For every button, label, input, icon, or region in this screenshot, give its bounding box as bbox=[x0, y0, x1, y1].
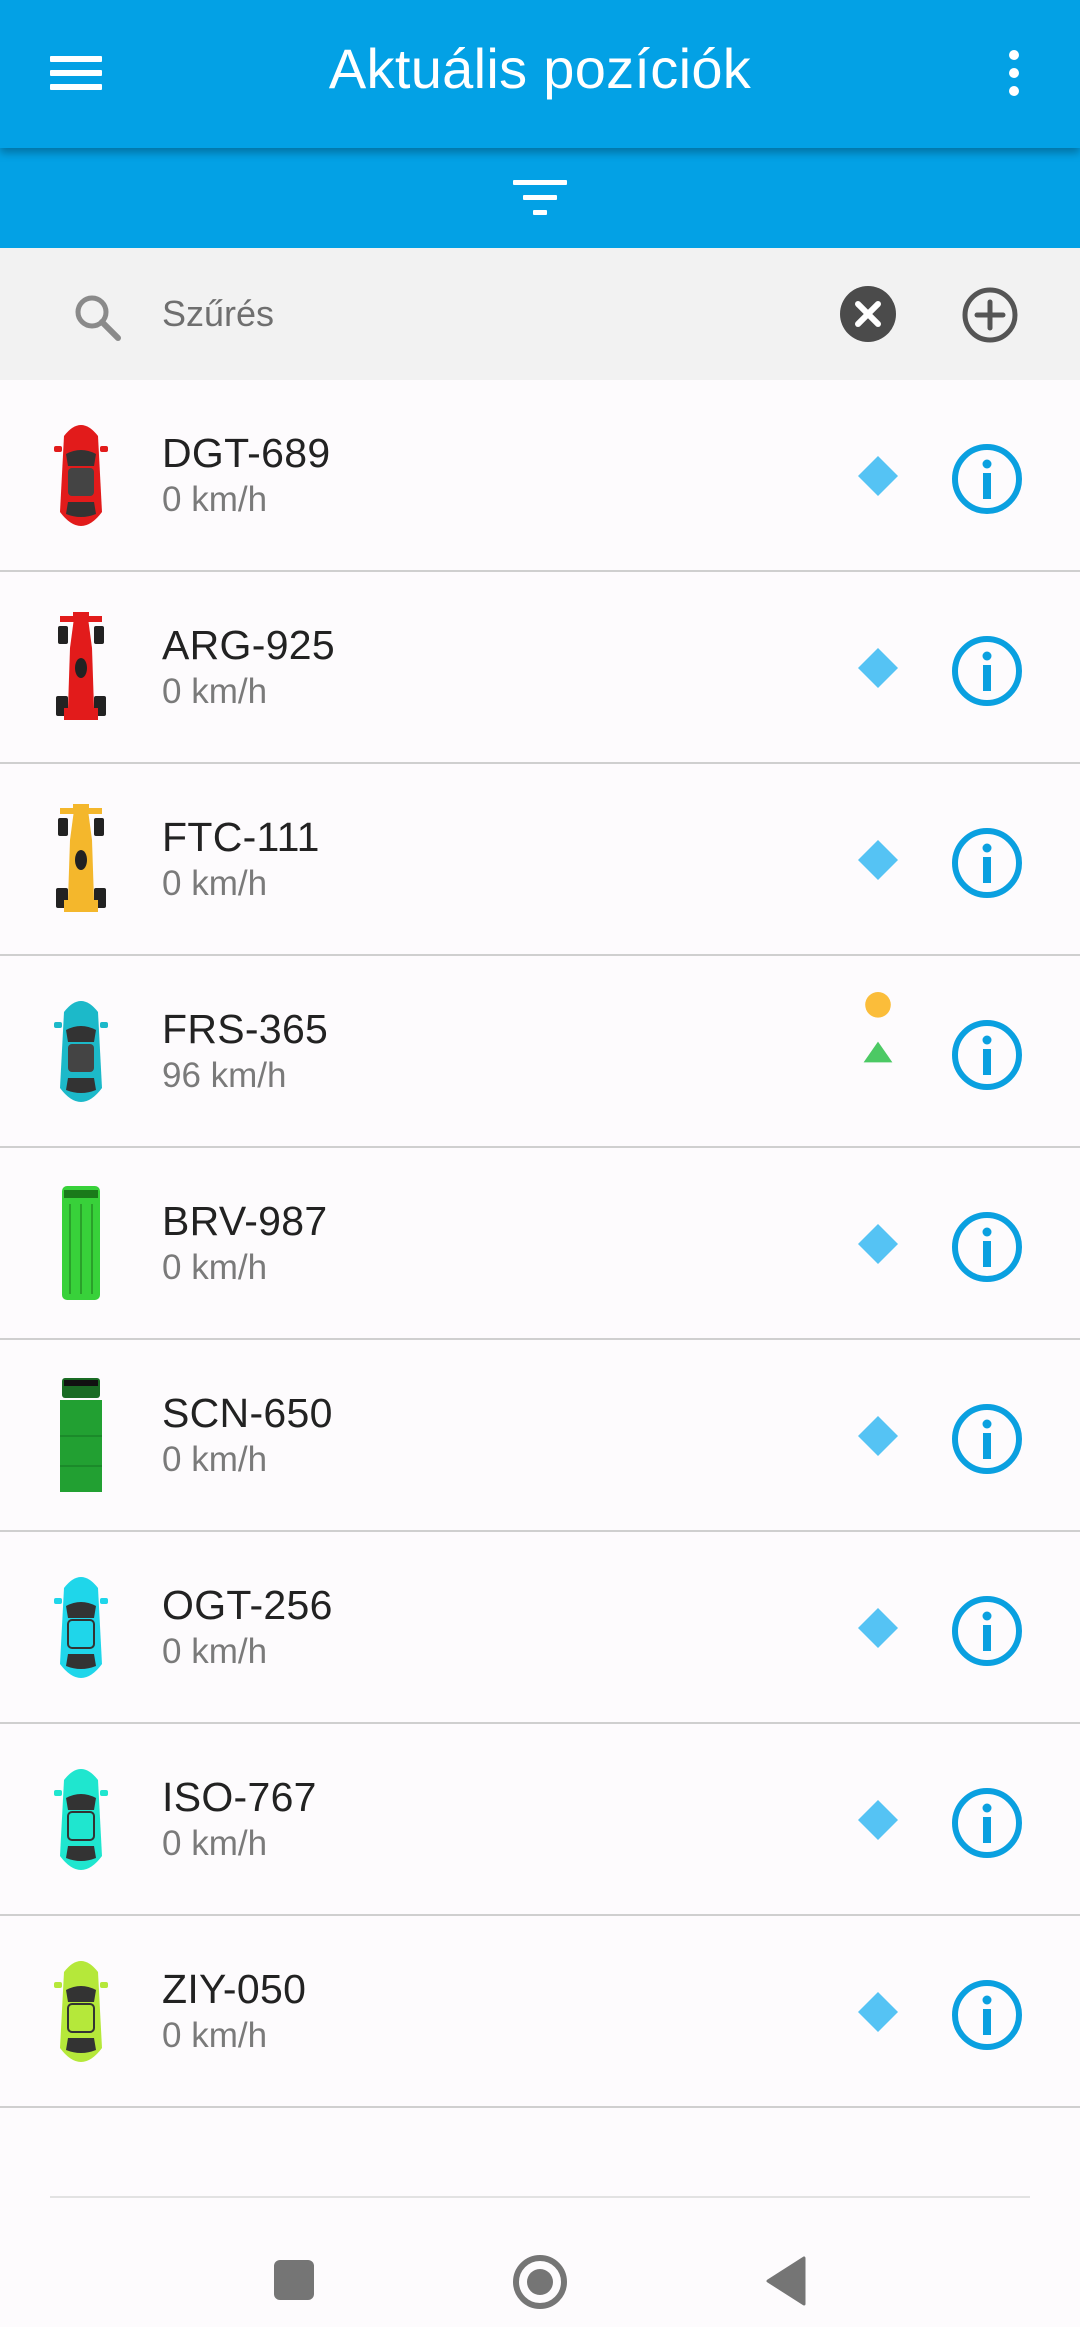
cyan-sedan-icon bbox=[54, 1577, 108, 1678]
filter-icon[interactable] bbox=[513, 178, 567, 218]
vehicle-plate: FTC-111 bbox=[162, 814, 320, 860]
parked-diamond-icon bbox=[858, 648, 898, 688]
vehicle-row[interactable]: DGT-689 0 km/h bbox=[0, 380, 1080, 572]
vehicle-row[interactable]: FRS-365 96 km/h bbox=[0, 956, 1080, 1148]
vehicle-plate: ISO-767 bbox=[162, 1774, 317, 1820]
vehicle-plate: ZIY-050 bbox=[162, 1966, 307, 2012]
info-circle-icon[interactable] bbox=[950, 1594, 1024, 1668]
vehicle-speed: 0 km/h bbox=[162, 1248, 268, 1287]
info-circle-icon[interactable] bbox=[950, 1402, 1024, 1476]
vehicle-row[interactable]: BRV-987 0 km/h bbox=[0, 1148, 1080, 1340]
vehicle-speed: 0 km/h bbox=[162, 480, 268, 519]
info-circle-icon[interactable] bbox=[950, 826, 1024, 900]
info-circle-icon[interactable] bbox=[950, 442, 1024, 516]
vehicle-plate: ARG-925 bbox=[162, 622, 336, 668]
info-circle-icon[interactable] bbox=[950, 634, 1024, 708]
info-circle-icon[interactable] bbox=[950, 1978, 1024, 2052]
vehicle-row[interactable]: SCN-650 0 km/h bbox=[0, 1340, 1080, 1532]
system-nav-bar bbox=[0, 2194, 1080, 2327]
recents-square-icon[interactable] bbox=[274, 2260, 314, 2300]
nav-divider bbox=[50, 2196, 1030, 2198]
green-van-icon bbox=[62, 1186, 100, 1300]
parked-diamond-icon bbox=[858, 1800, 898, 1840]
vehicle-plate: SCN-650 bbox=[162, 1390, 333, 1436]
vehicle-speed: 0 km/h bbox=[162, 1440, 268, 1479]
more-vertical-icon[interactable] bbox=[1000, 46, 1028, 102]
clear-circle-icon[interactable] bbox=[840, 286, 896, 342]
parked-diamond-icon bbox=[858, 840, 898, 880]
vehicle-speed: 0 km/h bbox=[162, 1632, 268, 1671]
vehicle-row[interactable]: ARG-925 0 km/h bbox=[0, 572, 1080, 764]
back-triangle-icon[interactable] bbox=[764, 2256, 808, 2306]
vehicle-plate: DGT-689 bbox=[162, 430, 331, 476]
info-circle-icon[interactable] bbox=[950, 1018, 1024, 1092]
parked-diamond-icon bbox=[858, 456, 898, 496]
vehicle-plate: FRS-365 bbox=[162, 1006, 329, 1052]
vehicle-speed: 96 km/h bbox=[162, 1056, 287, 1095]
search-input[interactable] bbox=[162, 286, 802, 342]
vehicle-row[interactable]: ISO-767 0 km/h bbox=[0, 1724, 1080, 1916]
app-bar: Aktuális pozíciók bbox=[0, 0, 1080, 148]
search-icon bbox=[75, 295, 121, 341]
red-formula-car-icon bbox=[56, 612, 106, 720]
moving-status-icon bbox=[863, 992, 893, 1063]
vehicle-row[interactable]: ZIY-050 0 km/h bbox=[0, 1916, 1080, 2108]
home-circle-icon[interactable] bbox=[512, 2254, 568, 2310]
vehicle-speed: 0 km/h bbox=[162, 672, 268, 711]
parked-diamond-icon bbox=[858, 1416, 898, 1456]
parked-diamond-icon bbox=[858, 1224, 898, 1264]
parked-diamond-icon bbox=[858, 1608, 898, 1648]
yellow-formula-car-icon bbox=[56, 804, 106, 912]
vehicle-row[interactable]: OGT-256 0 km/h bbox=[0, 1532, 1080, 1724]
vehicle-list: DGT-689 0 km/h ARG-925 0 km/h FTC-111 0 … bbox=[0, 380, 1080, 2108]
vehicle-speed: 0 km/h bbox=[162, 864, 268, 903]
info-circle-icon[interactable] bbox=[950, 1786, 1024, 1860]
info-circle-icon[interactable] bbox=[950, 1210, 1024, 1284]
vehicle-plate: OGT-256 bbox=[162, 1582, 333, 1628]
teal-convertible-icon bbox=[54, 1001, 108, 1102]
filter-bar bbox=[0, 148, 1080, 248]
green-truck-icon bbox=[60, 1378, 102, 1492]
vehicle-speed: 0 km/h bbox=[162, 1824, 268, 1863]
vehicle-row[interactable]: FTC-111 0 km/h bbox=[0, 764, 1080, 956]
search-bar bbox=[0, 248, 1080, 380]
add-circle-icon[interactable] bbox=[961, 286, 1019, 344]
page-title: Aktuális pozíciók bbox=[328, 37, 752, 100]
vehicle-speed: 0 km/h bbox=[162, 2016, 268, 2055]
red-convertible-icon bbox=[54, 425, 108, 526]
lime-hatchback-icon bbox=[54, 1961, 108, 2062]
vehicle-plate: BRV-987 bbox=[162, 1198, 328, 1244]
parked-diamond-icon bbox=[858, 1992, 898, 2032]
aqua-sports-car-icon bbox=[54, 1769, 108, 1870]
